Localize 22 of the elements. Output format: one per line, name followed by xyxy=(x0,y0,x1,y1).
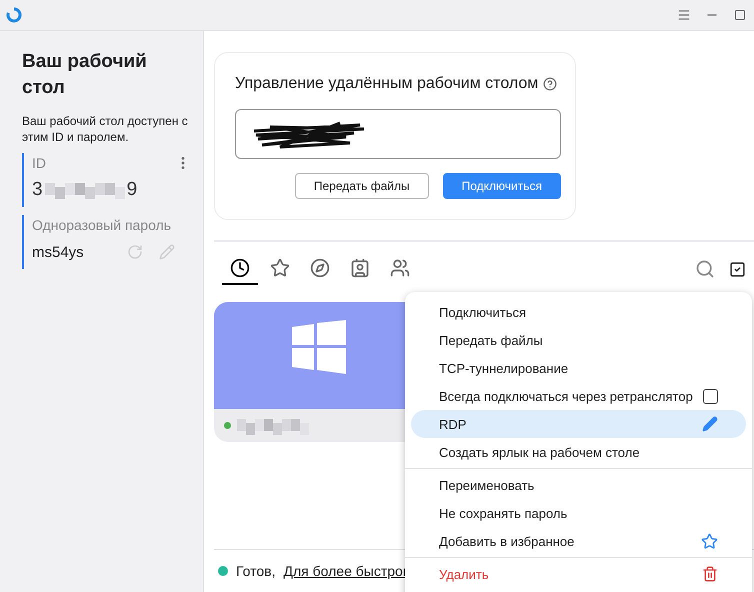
transfer-files-button[interactable]: Передать файлы xyxy=(294,173,429,199)
connect-button[interactable]: Подключиться xyxy=(442,173,561,199)
menu-item[interactable]: Добавить в избранное xyxy=(411,527,746,555)
status-text: Готов, xyxy=(236,563,276,579)
sidebar-description: Ваш рабочий стол доступен с этим ID и паролем. xyxy=(22,113,189,145)
id-label: ID xyxy=(32,155,46,171)
password-value: ms54ys xyxy=(32,244,85,260)
menu-item[interactable]: Не сохранять пароль xyxy=(411,499,746,527)
menu-item[interactable]: Удалить xyxy=(411,560,746,588)
menu-item[interactable]: Подключиться xyxy=(411,298,746,326)
id-value: 3 xyxy=(32,179,43,201)
id-value-end: 9 xyxy=(126,179,138,201)
menu-item[interactable]: TCP-туннелирование xyxy=(411,354,746,382)
menu-item[interactable]: Создать ярлык на рабочем столе xyxy=(411,438,746,466)
menu-item[interactable]: Передать файлы xyxy=(411,326,746,354)
sidebar-title: Ваш рабочий стол xyxy=(22,50,148,100)
card-title: Управление удалённым рабочим столом xyxy=(235,75,538,93)
menu-item[interactable]: Переименовать xyxy=(411,471,746,499)
password-label: Одноразовый пароль xyxy=(32,217,172,233)
menu-item[interactable]: Всегда подключаться через ретранслятор xyxy=(411,382,746,410)
menu-item[interactable]: RDP xyxy=(411,410,746,438)
status-link[interactable]: Для более быстрог xyxy=(284,563,408,579)
